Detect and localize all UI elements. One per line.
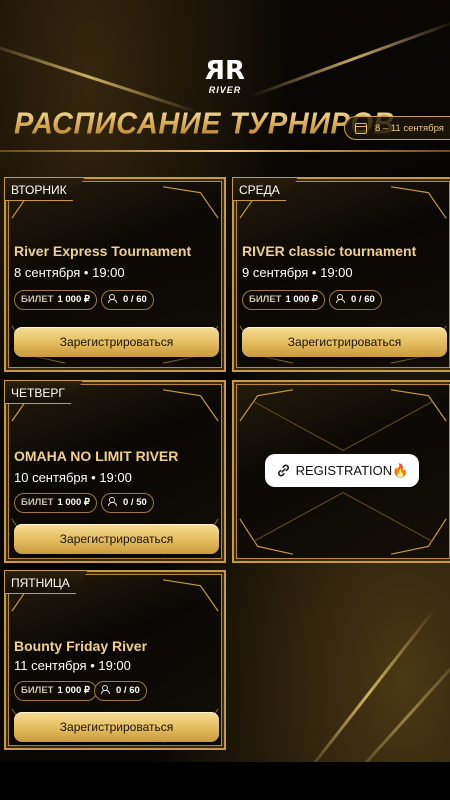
tournament-datetime: 10 сентября • 19:00 (14, 470, 132, 485)
ticket-price: 1 000 ₽ (57, 497, 90, 508)
ticket-price-badge: БИЛЕТ 1 000 ₽ (14, 493, 97, 513)
registration-label: REGISTRATION (295, 463, 393, 478)
seats-count: 0 / 60 (351, 294, 375, 305)
ticket-label: БИЛЕТ (21, 294, 54, 305)
ticket-label: БИЛЕТ (21, 685, 54, 696)
day-tab: ПЯТНИЦА (4, 570, 88, 594)
tournament-card-thursday: ЧЕТВЕРГ OMAHA NO LIMIT RIVER 10 сентября… (4, 380, 226, 563)
bottom-bar (0, 762, 450, 800)
tournament-name: OMAHA NO LIMIT RIVER (14, 448, 179, 464)
ticket-price: 1 000 ₽ (57, 685, 90, 696)
brand-logo: RR RIVER (0, 56, 450, 95)
seats-count: 0 / 50 (123, 497, 147, 508)
seats-badge: 0 / 60 (94, 681, 147, 701)
seats-badge: 0 / 50 (101, 493, 154, 513)
date-range-badge: 8 – 11 сентября (344, 116, 450, 140)
fire-icon: 🔥 (392, 462, 409, 478)
users-icon (336, 294, 346, 303)
ticket-price-badge: БИЛЕТ 1 000 ₽ (14, 681, 97, 701)
ticket-label: БИЛЕТ (21, 497, 54, 508)
day-tab: СРЕДА (232, 177, 298, 201)
seats-badge: 0 / 60 (101, 290, 154, 310)
day-tab: ВТОРНИК (4, 177, 85, 201)
logo-text: RIVER (208, 85, 242, 95)
tournament-card-tuesday: ВТОРНИК River Express Tournament 8 сентя… (4, 177, 226, 372)
users-icon (108, 294, 118, 303)
register-button[interactable]: Зарегистрироваться (14, 712, 219, 742)
page-title: РАСПИСАНИЕ ТУРНИРОВ (14, 107, 395, 141)
link-icon (277, 464, 289, 477)
seats-count: 0 / 60 (116, 685, 140, 696)
date-range-text: 8 – 11 сентября (375, 122, 444, 134)
users-icon (101, 685, 111, 694)
ticket-label: БИЛЕТ (249, 294, 282, 305)
tournament-name: RIVER classic tournament (242, 243, 417, 259)
calendar-icon (355, 122, 367, 134)
tournament-card-wednesday: СРЕДА RIVER classic tournament 9 сентябр… (232, 177, 450, 372)
register-button[interactable]: Зарегистрироваться (14, 327, 219, 357)
registration-link-badge[interactable]: REGISTRATION 🔥 (265, 454, 419, 487)
tournament-datetime: 9 сентября • 19:00 (242, 265, 353, 280)
seats-badge: 0 / 60 (329, 290, 382, 310)
ticket-price: 1 000 ₽ (57, 294, 90, 305)
logo-mark: RR (206, 56, 245, 86)
ticket-price-badge: БИЛЕТ 1 000 ₽ (242, 290, 325, 310)
users-icon (108, 497, 118, 506)
tournament-card-friday: ПЯТНИЦА Bounty Friday River 11 сентября … (4, 570, 226, 750)
ticket-price: 1 000 ₽ (285, 294, 318, 305)
seats-count: 0 / 60 (123, 294, 147, 305)
register-button[interactable]: Зарегистрироваться (242, 327, 447, 357)
day-tab: ЧЕТВЕРГ (4, 380, 83, 404)
tournament-datetime: 8 сентября • 19:00 (14, 265, 125, 280)
tournament-datetime: 11 сентября • 19:00 (14, 658, 131, 673)
tournament-name: Bounty Friday River (14, 638, 148, 654)
tournament-name: River Express Tournament (14, 243, 192, 259)
header-divider (0, 150, 450, 152)
ticket-price-badge: БИЛЕТ 1 000 ₽ (14, 290, 97, 310)
register-button[interactable]: Зарегистрироваться (14, 524, 219, 554)
